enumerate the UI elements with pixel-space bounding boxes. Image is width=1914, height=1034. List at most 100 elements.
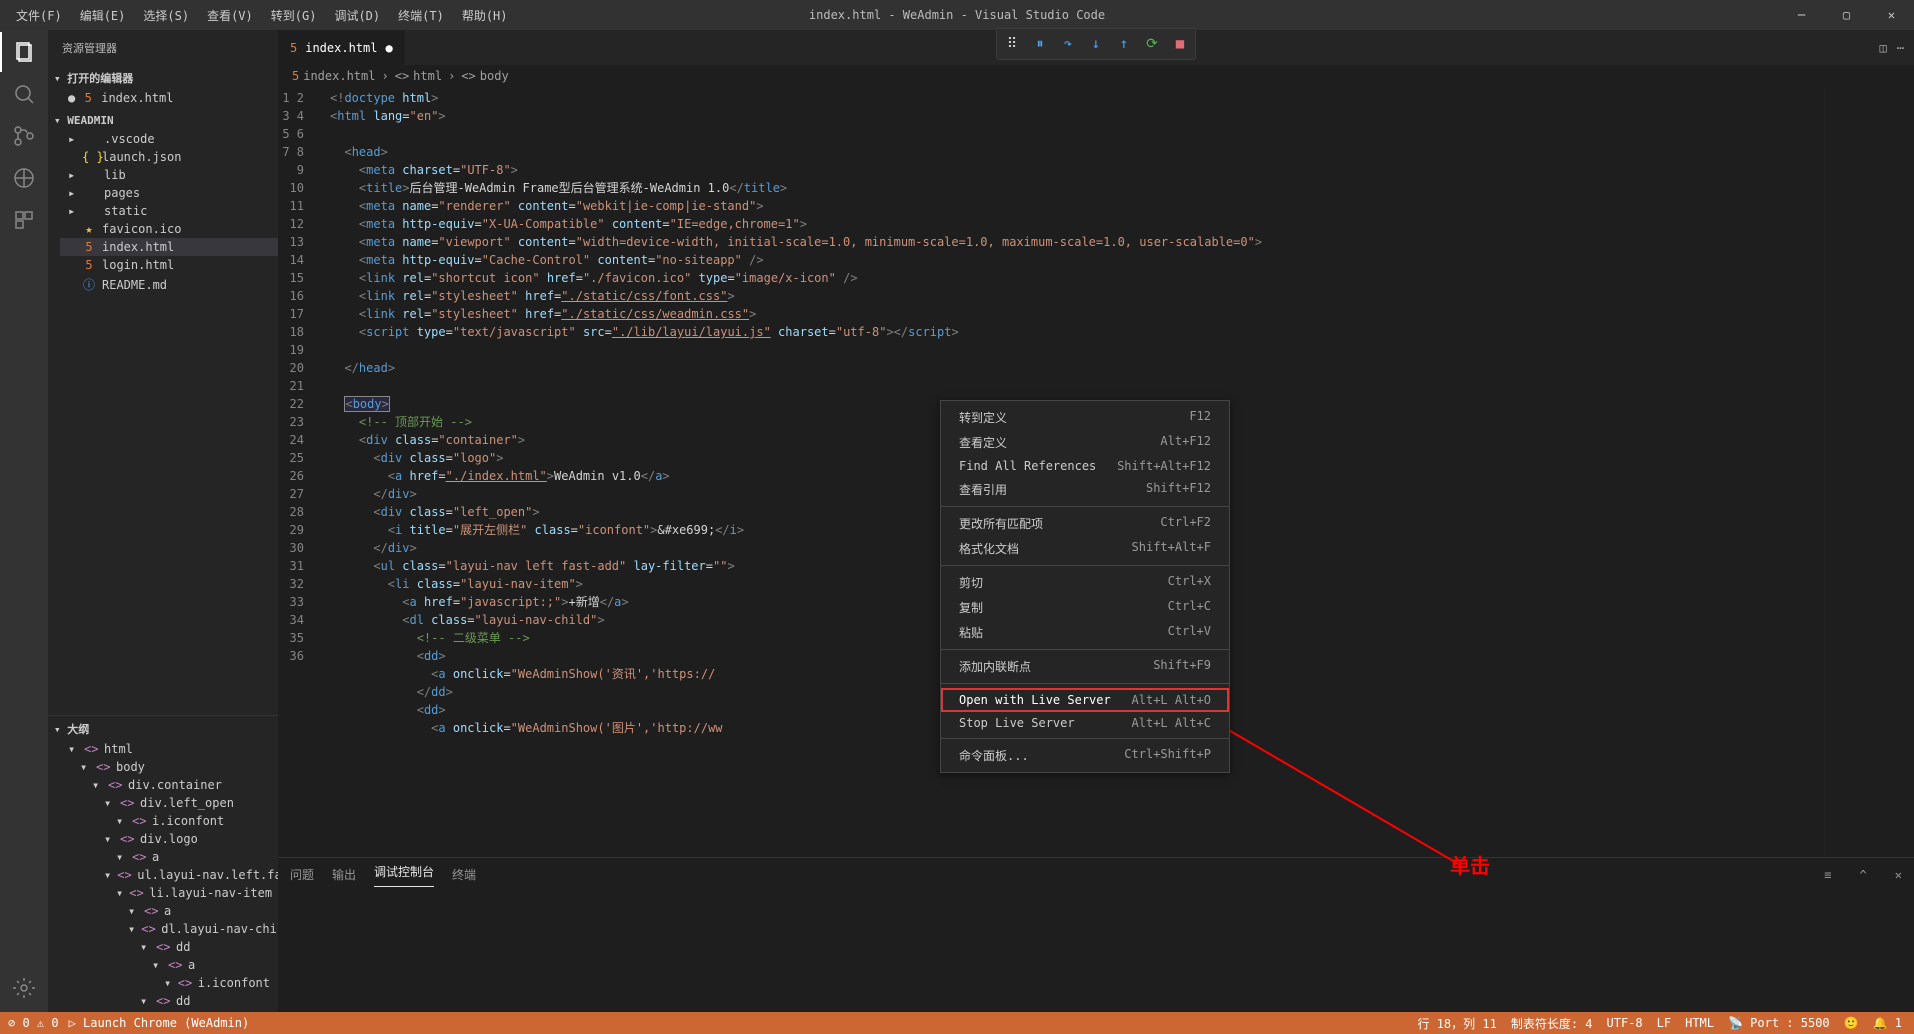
debug-button[interactable]: ↓ <box>1085 33 1107 55</box>
menu-item[interactable]: 查看(V) <box>199 3 261 28</box>
outline-item[interactable]: ▾<>body <box>60 758 278 776</box>
context-menu-item[interactable]: 转到定义F12 <box>941 405 1229 430</box>
panel-tab[interactable]: 输出 <box>332 866 356 883</box>
tab-index-html[interactable]: 5 index.html ● <box>278 30 406 65</box>
breadcrumb-item[interactable]: 5index.html <box>292 69 375 83</box>
tree-item[interactable]: { }launch.json <box>60 148 278 166</box>
status-item[interactable]: ⊘ 0 ⚠ 0 <box>8 1016 59 1030</box>
menu-item[interactable]: 调试(D) <box>326 3 388 28</box>
status-item[interactable]: 行 18，列 11 <box>1417 1015 1496 1032</box>
outline-item[interactable]: ▾<>i.iconfont <box>60 812 278 830</box>
close-button[interactable]: ✕ <box>1869 0 1914 30</box>
more-icon[interactable]: ⋯ <box>1897 41 1904 55</box>
status-item[interactable]: 📡 Port : 5500 <box>1728 1016 1830 1030</box>
menu-item[interactable]: 转到(G) <box>263 3 325 28</box>
context-menu-item[interactable]: 复制Ctrl+C <box>941 595 1229 620</box>
outline-item[interactable]: ▾<>a <box>60 902 278 920</box>
open-editor-item[interactable]: ●5index.html <box>60 89 278 107</box>
panel-action-icon[interactable]: ✕ <box>1895 868 1902 882</box>
outline-item[interactable]: ▾<>html <box>60 740 278 758</box>
tree-item[interactable]: ▸static <box>60 202 278 220</box>
context-menu-item[interactable]: 命令面板...Ctrl+Shift+P <box>941 743 1229 768</box>
status-item[interactable]: 🔔 1 <box>1873 1016 1902 1030</box>
panel-action-icon[interactable]: ^ <box>1860 868 1867 882</box>
tree-item[interactable]: ▸.vscode <box>60 130 278 148</box>
tree-item[interactable]: 5index.html <box>60 238 278 256</box>
menu-item[interactable]: 选择(S) <box>135 3 197 28</box>
panel-action-icon[interactable]: ≡ <box>1824 868 1831 882</box>
debug-button[interactable]: ■ <box>1169 33 1191 55</box>
window-controls: ─ ▢ ✕ <box>1779 0 1914 30</box>
context-menu-item[interactable]: Find All ReferencesShift+Alt+F12 <box>941 455 1229 477</box>
context-menu-item[interactable]: 格式化文档Shift+Alt+F <box>941 536 1229 561</box>
outline-item[interactable]: ▾<>div.container <box>60 776 278 794</box>
outline-title[interactable]: 大纲 <box>48 718 278 740</box>
tree-item[interactable]: 5login.html <box>60 256 278 274</box>
panel-tab[interactable]: 问题 <box>290 866 314 883</box>
explorer-icon[interactable] <box>10 38 38 66</box>
debug-button[interactable]: ↑ <box>1113 33 1135 55</box>
context-menu-item[interactable]: 查看定义Alt+F12 <box>941 430 1229 455</box>
outline-item[interactable]: ▾<>div.left_open <box>60 794 278 812</box>
context-menu-item[interactable]: 粘贴Ctrl+V <box>941 620 1229 645</box>
minimap[interactable] <box>1824 87 1914 857</box>
outline-item[interactable]: ▾<>a <box>60 956 278 974</box>
search-icon[interactable] <box>10 80 38 108</box>
breadcrumbs[interactable]: 5index.html›<>html›<>body <box>278 65 1914 87</box>
menu-shortcut: Ctrl+F2 <box>1160 515 1211 532</box>
debug-button[interactable]: ⏸ <box>1029 33 1051 55</box>
outline-item[interactable]: ▾<>dd <box>60 992 278 1010</box>
project-tree: ▸.vscode{ }launch.json▸lib▸pages▸static★… <box>48 130 278 295</box>
outline-item[interactable]: ▾<>ul.layui-nav.left.fast-add <box>60 866 278 884</box>
outline-item[interactable]: ▾<>i.iconfont <box>60 974 278 992</box>
file-label: README.md <box>102 278 167 292</box>
outline-item[interactable]: ▾<>dl.layui-nav-child <box>60 920 278 938</box>
menu-item[interactable]: 编辑(E) <box>72 3 134 28</box>
menu-shortcut: Ctrl+C <box>1168 599 1211 616</box>
maximize-button[interactable]: ▢ <box>1824 0 1869 30</box>
debug-button[interactable]: ↷ <box>1057 33 1079 55</box>
project-title[interactable]: WEADMIN <box>48 111 278 130</box>
breadcrumb-item[interactable]: <>body <box>461 69 508 83</box>
context-menu-item[interactable]: 更改所有匹配项Ctrl+F2 <box>941 511 1229 536</box>
outline-item[interactable]: ▾<>li.layui-nav-item <box>60 884 278 902</box>
outline-label: html <box>104 742 133 756</box>
menustrip: 文件(F)编辑(E)选择(S)查看(V)转到(G)调试(D)终端(T)帮助(H) <box>0 3 516 28</box>
breadcrumb-item[interactable]: <>html <box>395 69 442 83</box>
debug-toolbar[interactable]: ⠿ ⏸ ↷ ↓ ↑ ⟳ ■ <box>996 28 1196 60</box>
open-editors-title[interactable]: 打开的编辑器 <box>48 67 278 89</box>
context-menu-item[interactable]: 剪切Ctrl+X <box>941 570 1229 595</box>
status-item[interactable]: 制表符长度: 4 <box>1511 1015 1593 1032</box>
status-item[interactable]: ▷ Launch Chrome (WeAdmin) <box>69 1016 250 1030</box>
outline-item[interactable]: ▾<>div.logo <box>60 830 278 848</box>
status-item[interactable]: LF <box>1657 1016 1671 1030</box>
menu-item[interactable]: 文件(F) <box>8 3 70 28</box>
tree-item[interactable]: ⓘREADME.md <box>60 274 278 295</box>
debug-button[interactable]: ⠿ <box>1001 33 1023 55</box>
panel-tab[interactable]: 调试控制台 <box>374 863 434 887</box>
debug-button[interactable]: ⟳ <box>1141 33 1163 55</box>
status-item[interactable]: UTF-8 <box>1607 1016 1643 1030</box>
minimize-button[interactable]: ─ <box>1779 0 1824 30</box>
tree-item[interactable]: ▸pages <box>60 184 278 202</box>
source-control-icon[interactable] <box>10 122 38 150</box>
menu-item[interactable]: 帮助(H) <box>454 3 516 28</box>
menu-item[interactable]: 终端(T) <box>390 3 452 28</box>
tree-item[interactable]: ▸lib <box>60 166 278 184</box>
debug-icon[interactable] <box>10 164 38 192</box>
context-menu-item[interactable]: 添加内联断点Shift+F9 <box>941 654 1229 679</box>
split-editor-icon[interactable]: ◫ <box>1880 41 1887 55</box>
extensions-icon[interactable] <box>10 206 38 234</box>
outline-label: a <box>188 958 195 972</box>
outline-item[interactable]: ▾<>a <box>60 848 278 866</box>
context-menu-item[interactable]: Open with Live ServerAlt+L Alt+O <box>941 688 1229 712</box>
settings-gear-icon[interactable] <box>10 974 38 1002</box>
context-menu-item[interactable]: Stop Live ServerAlt+L Alt+C <box>941 712 1229 734</box>
status-item[interactable]: HTML <box>1685 1016 1714 1030</box>
outline-label: i.iconfont <box>198 976 270 990</box>
context-menu-item[interactable]: 查看引用Shift+F12 <box>941 477 1229 502</box>
panel-tab[interactable]: 终端 <box>452 866 476 883</box>
tree-item[interactable]: ★favicon.ico <box>60 220 278 238</box>
outline-item[interactable]: ▾<>dd <box>60 938 278 956</box>
status-item[interactable]: 🙂 <box>1844 1016 1859 1030</box>
